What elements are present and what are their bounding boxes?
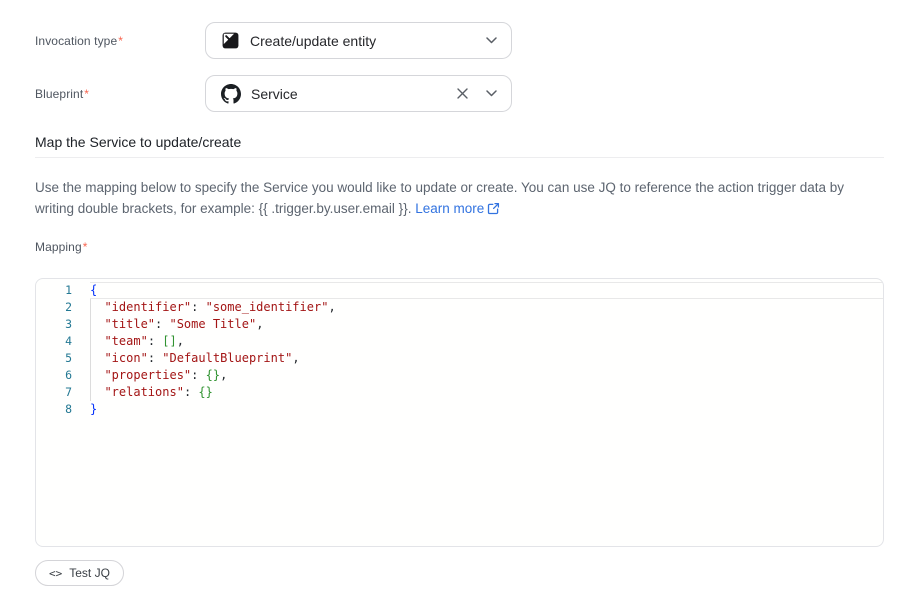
line-number: 4	[36, 333, 90, 350]
test-jq-button-label: Test JQ	[69, 566, 110, 580]
code-token	[90, 368, 104, 382]
section-heading: Map the Service to update/create	[35, 134, 241, 150]
code-token: :	[155, 317, 169, 331]
code-token: :	[191, 300, 205, 314]
blueprint-value: Service	[251, 86, 446, 102]
line-number: 1	[36, 282, 90, 299]
code-line[interactable]: "icon": "DefaultBlueprint",	[90, 350, 883, 367]
mapping-label: Mapping*	[35, 240, 88, 254]
code-token: }	[90, 402, 97, 416]
code-line[interactable]: {	[90, 282, 883, 299]
code-token: "relations"	[104, 385, 183, 399]
external-link-icon	[487, 200, 500, 221]
code-token	[90, 385, 104, 399]
invocation-type-select[interactable]: Create/update entity	[205, 22, 512, 59]
code-token: []	[162, 334, 176, 348]
chevron-down-icon[interactable]	[486, 37, 497, 44]
code-token: ,	[328, 300, 335, 314]
invocation-type-label-text: Invocation type	[35, 34, 117, 48]
github-icon	[221, 84, 241, 104]
line-number: 5	[36, 350, 90, 367]
mapping-code-editor[interactable]: 12345678 { "identifier": "some_identifie…	[35, 278, 884, 547]
code-token: "title"	[104, 317, 155, 331]
code-token: "Some Title"	[169, 317, 256, 331]
section-divider	[35, 157, 884, 158]
code-line[interactable]: "identifier": "some_identifier",	[90, 299, 883, 316]
code-token: :	[191, 368, 205, 382]
line-number: 2	[36, 299, 90, 316]
blueprint-label-text: Blueprint	[35, 87, 83, 101]
learn-more-link[interactable]: Learn more	[415, 201, 500, 216]
editor-code[interactable]: { "identifier": "some_identifier", "titl…	[90, 282, 883, 418]
line-number: 8	[36, 401, 90, 418]
code-line[interactable]: "relations": {}	[90, 384, 883, 401]
learn-more-text: Learn more	[415, 201, 484, 216]
clear-selection-icon[interactable]	[456, 87, 469, 100]
code-token: "identifier"	[104, 300, 191, 314]
code-token: "DefaultBlueprint"	[162, 351, 292, 365]
required-asterisk: *	[118, 34, 123, 48]
line-number: 6	[36, 367, 90, 384]
blueprint-select[interactable]: Service	[205, 75, 512, 112]
blueprint-label: Blueprint*	[35, 87, 89, 101]
code-line[interactable]: "properties": {},	[90, 367, 883, 384]
code-token	[90, 334, 104, 348]
required-asterisk: *	[83, 240, 88, 254]
code-brackets-icon: <>	[49, 567, 62, 580]
test-jq-button[interactable]: <> Test JQ	[35, 560, 124, 586]
code-token: {}	[206, 368, 220, 382]
code-token: "some_identifier"	[206, 300, 329, 314]
editor-gutter: 12345678	[36, 282, 90, 418]
code-token: :	[184, 385, 198, 399]
invocation-type-value: Create/update entity	[250, 33, 476, 49]
line-number: 7	[36, 384, 90, 401]
code-token: ,	[220, 368, 227, 382]
code-token: {}	[198, 385, 212, 399]
code-token: ,	[177, 334, 184, 348]
required-asterisk: *	[84, 87, 89, 101]
code-token: "icon"	[104, 351, 147, 365]
code-token: ,	[256, 317, 263, 331]
mapping-label-text: Mapping	[35, 240, 82, 254]
code-line[interactable]: }	[90, 401, 883, 418]
code-token: "properties"	[104, 368, 191, 382]
line-number: 3	[36, 316, 90, 333]
code-token: :	[148, 334, 162, 348]
code-token: ,	[292, 351, 299, 365]
create-update-entity-icon	[221, 31, 240, 50]
code-line[interactable]: "title": "Some Title",	[90, 316, 883, 333]
code-token	[90, 351, 104, 365]
section-description: Use the mapping below to specify the Ser…	[35, 177, 877, 221]
code-token: "team"	[104, 334, 147, 348]
code-line[interactable]: "team": [],	[90, 333, 883, 350]
code-token: {	[90, 283, 97, 297]
code-token: :	[148, 351, 162, 365]
chevron-down-icon[interactable]	[486, 90, 497, 97]
invocation-type-label: Invocation type*	[35, 34, 123, 48]
code-token	[90, 317, 104, 331]
code-token	[90, 300, 104, 314]
action-mapping-form: Invocation type* Create/update entity Bl…	[0, 0, 917, 596]
